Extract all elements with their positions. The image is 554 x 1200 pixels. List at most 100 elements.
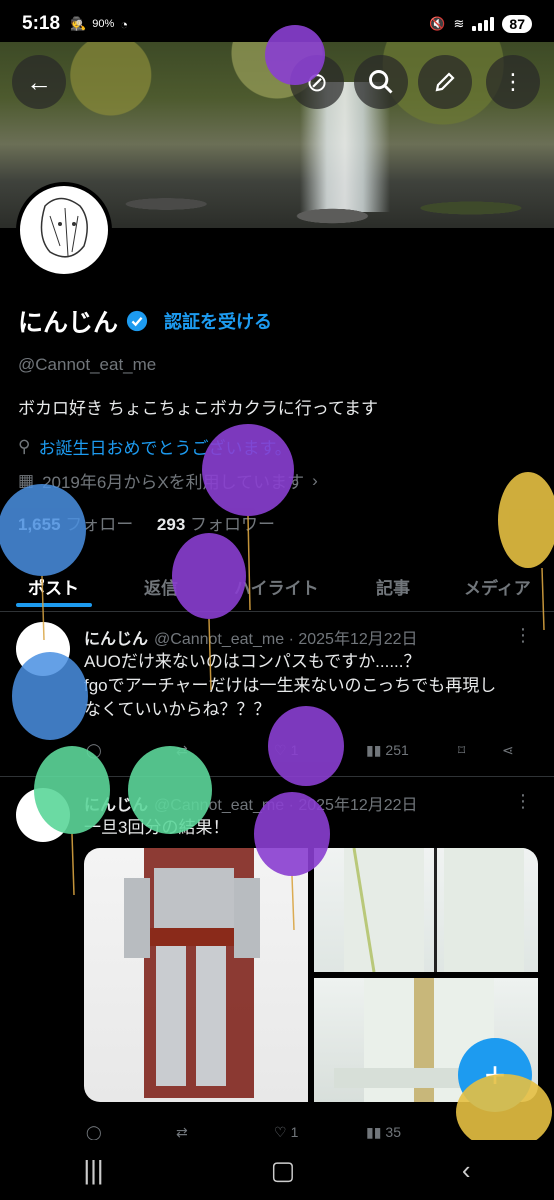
retweet-button[interactable]: ⇄: [176, 1124, 188, 1141]
tweet-actions: ◯ ⇄ ♡ 1 ▮▮ 251 ⌑ ⋖: [84, 738, 534, 762]
like-button[interactable]: ♡ 1: [274, 1124, 298, 1141]
birthday-text[interactable]: お誕生日おめでとうございます。: [38, 434, 291, 459]
back-nav-icon[interactable]: ‹: [462, 1155, 471, 1186]
retweet-icon: ⇄: [176, 1123, 188, 1140]
system-nav-bar: ||| ▢ ‹: [0, 1140, 554, 1200]
view-count: 35: [385, 1124, 401, 1140]
tab-highlights[interactable]: ハイライト: [234, 560, 319, 612]
status-right-icons: 🔇 ≋ 87: [429, 15, 532, 33]
search-button[interactable]: [354, 55, 408, 109]
status-bar: 5:18 🕵 90% ◔ 🔇 ≋ 87: [0, 0, 554, 48]
verified-badge-icon: [126, 310, 148, 332]
profile-bio: ボカロ好き ちょこちょこボカクラに行ってます: [18, 399, 379, 418]
followers-link[interactable]: 293 フォロワー: [157, 515, 275, 534]
calendar-icon: ▦: [18, 470, 35, 490]
status-percent: 90%: [92, 18, 115, 30]
followers-label: フォロワー: [190, 515, 276, 534]
mute-icon: 🔇: [429, 16, 446, 31]
home-icon[interactable]: ▢: [271, 1155, 296, 1186]
tweet-header: にんじん @Cannot_eat_me · 2025年12月22日: [84, 791, 418, 815]
avatar-drawing: [40, 197, 88, 258]
tweet-author: にんじん: [84, 631, 149, 648]
like-button[interactable]: ♡ 1: [274, 742, 298, 759]
wifi-icon: ≋: [453, 16, 465, 31]
avatar[interactable]: [16, 182, 112, 278]
like-count: 1: [290, 1124, 299, 1140]
tweet-line: なくていいからね？？？: [84, 699, 271, 719]
tweet-handle: @Cannot_eat_me: [154, 631, 285, 648]
following-label: フォロー: [65, 515, 134, 534]
reply-button[interactable]: ◯: [86, 1124, 102, 1141]
tweet-avatar[interactable]: [16, 622, 70, 676]
tweet-text: AUOだけ来ないのはコンパスもですか......？ fgoでアーチャーだけは一生…: [84, 650, 534, 721]
get-verified-link[interactable]: 認証を受ける: [164, 308, 272, 334]
location-pin-icon: ⚲: [18, 436, 31, 456]
share-button[interactable]: ⋖: [502, 742, 514, 759]
recent-apps-icon[interactable]: |||: [83, 1155, 103, 1186]
tweet-avatar[interactable]: [16, 788, 70, 842]
tweet-date: · 2025年12月22日: [288, 631, 418, 648]
tweet-more-icon[interactable]: ⋮: [514, 625, 532, 646]
arrow-left-icon: ←: [26, 66, 52, 97]
grok-button[interactable]: ⊘: [290, 55, 344, 109]
edit-profile-button[interactable]: [418, 55, 472, 109]
followers-count: 293: [156, 515, 186, 534]
joined-row[interactable]: ▦ 2019年6月からXを利用しています ›: [18, 468, 318, 493]
status-left-icons: 🕵 90% ◔: [70, 16, 128, 32]
retweet-icon: ⇄: [176, 741, 188, 758]
tweet-text: 一旦3回分の結果！: [84, 818, 230, 837]
signal-icon: [472, 17, 495, 31]
reply-button[interactable]: ◯: [86, 742, 102, 759]
views-icon: ▮▮: [366, 741, 382, 758]
tweet-line: fgoでアーチャーだけは一生来ないのこっちでも再現し: [84, 675, 497, 695]
sync-icon: ◔: [120, 16, 129, 32]
view-count: 251: [385, 742, 409, 758]
following-link[interactable]: 1,655 フォロー: [18, 515, 133, 534]
more-vertical-icon: ⋮: [502, 69, 524, 94]
battery-indicator: 87: [502, 15, 532, 33]
views-icon: ▮▮: [366, 1123, 382, 1140]
tweet-more-icon[interactable]: ⋮: [514, 791, 532, 812]
robe-image: [344, 848, 524, 973]
bookmark-icon: ⌑: [458, 741, 466, 758]
retweet-button[interactable]: ⇄: [176, 742, 188, 759]
birthday-row: ⚲ お誕生日おめでとうございます。: [18, 434, 292, 459]
armor-figure-image: [124, 848, 260, 1098]
name-row: にんじん 認証を受ける: [18, 303, 272, 339]
tweet-author: にんじん: [84, 797, 149, 814]
divider: [0, 776, 554, 777]
tab-articles[interactable]: 記事: [376, 560, 410, 612]
share-icon: ⋖: [502, 741, 514, 758]
reply-icon: ◯: [86, 741, 102, 758]
back-button[interactable]: ←: [12, 55, 66, 109]
tweet-header: にんじん @Cannot_eat_me · 2025年12月22日: [84, 625, 418, 649]
grok-icon: ⊘: [306, 66, 328, 97]
tweet-date: · 2025年12月22日: [288, 797, 418, 814]
compose-button[interactable]: +: [458, 1038, 532, 1112]
follow-stats: 1,655 フォロー 293 フォロワー: [18, 510, 275, 535]
edit-icon: [435, 72, 455, 92]
reply-icon: ◯: [86, 1123, 102, 1140]
tweet-handle: @Cannot_eat_me: [154, 797, 285, 814]
heart-icon: ♡: [274, 1123, 287, 1140]
joined-text: 2019年6月からXを利用しています: [42, 473, 305, 492]
more-button[interactable]: ⋮: [486, 55, 540, 109]
tweet-line: AUOだけ来ないのはコンパスもですか......？: [84, 652, 421, 671]
incognito-icon: 🕵: [70, 16, 87, 31]
tab-indicator: [16, 603, 92, 607]
like-count: 1: [290, 742, 299, 758]
tab-replies[interactable]: 返信: [144, 560, 178, 612]
search-icon: [369, 70, 393, 94]
profile-handle: @Cannot_eat_me: [18, 355, 157, 374]
following-count: 1,655: [18, 515, 61, 534]
tab-media[interactable]: メディア: [464, 560, 531, 612]
media-image[interactable]: [314, 848, 538, 973]
profile-name: にんじん: [18, 309, 119, 337]
media-image[interactable]: [84, 848, 308, 1102]
heart-icon: ♡: [274, 741, 287, 758]
bookmark-button[interactable]: ⌑: [458, 742, 465, 759]
views-button[interactable]: ▮▮ 35: [366, 1124, 401, 1141]
status-time: 5:18: [22, 13, 61, 34]
views-button[interactable]: ▮▮ 251: [366, 742, 409, 759]
plus-icon: +: [484, 1054, 506, 1095]
